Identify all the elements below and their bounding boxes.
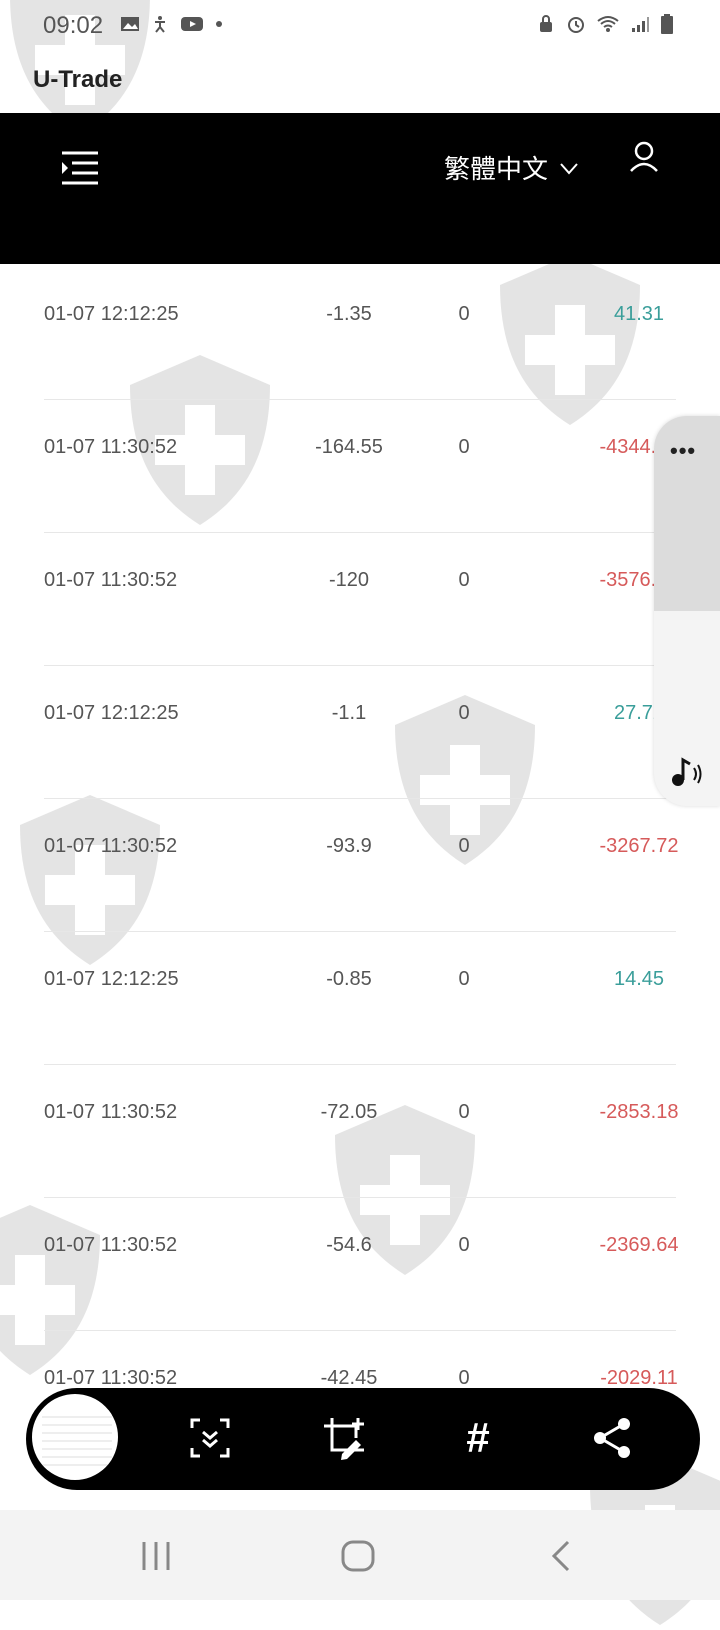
status-left-icons [120, 14, 224, 34]
music-note-icon[interactable] [668, 754, 704, 790]
app-title: U-Trade [33, 66, 123, 93]
table-row[interactable]: 01-07 11:30:52 -120 0 -3576.00 [44, 533, 678, 666]
cell-zero: 0 [458, 702, 470, 724]
cell-time: 01-07 11:30:52 [44, 835, 178, 857]
cell-zero: 0 [458, 968, 470, 990]
screenshot-thumbnail[interactable] [28, 1390, 122, 1484]
cell-time: 01-07 11:30:52 [44, 436, 178, 458]
app-header: 繁體中文 [0, 113, 720, 264]
cell-quantity: -164.55 [315, 436, 383, 458]
more-icon[interactable]: ••• [670, 438, 696, 464]
language-label: 繁體中文 [444, 154, 549, 184]
table-row[interactable]: 01-07 11:30:52 -72.05 0 -2853.18 [44, 1065, 678, 1198]
alarm-icon [568, 17, 584, 33]
language-selector[interactable]: 繁體中文 [444, 149, 580, 186]
home-icon[interactable] [336, 1534, 380, 1578]
cell-zero: 0 [458, 569, 470, 591]
cell-time: 01-07 12:12:25 [44, 303, 179, 325]
cell-zero: 0 [458, 1234, 470, 1256]
cell-quantity: -54.6 [326, 1234, 372, 1256]
image-icon [121, 17, 139, 31]
cell-profit-loss: -2029.11 [600, 1367, 678, 1389]
scroll-capture-icon[interactable] [186, 1414, 234, 1462]
signal-icon [632, 17, 649, 32]
status-time: 09:02 [43, 12, 104, 39]
table-row[interactable]: 01-07 12:12:25 -1.1 0 27.72 [44, 666, 676, 799]
cell-quantity: -93.9 [326, 835, 372, 857]
accessibility-icon [155, 16, 165, 33]
cell-quantity: -0.85 [326, 968, 372, 990]
floating-side-panel[interactable]: ••• [654, 416, 720, 806]
recent-apps-icon[interactable] [134, 1534, 178, 1578]
cell-zero: 0 [458, 436, 470, 458]
table-row[interactable]: 01-07 11:30:52 -54.6 0 -2369.64 [44, 1198, 678, 1331]
cell-zero: 0 [458, 835, 470, 857]
cell-profit-loss: 41.31 [613, 303, 665, 325]
status-right-icons [536, 14, 674, 34]
status-bar: 09:02 [0, 0, 720, 50]
chevron-down-icon [560, 162, 578, 175]
cell-time: 01-07 11:30:52 [44, 1101, 178, 1123]
cell-quantity: -1.35 [326, 303, 372, 325]
cell-time: 01-07 11:30:52 [44, 569, 178, 591]
cell-zero: 0 [458, 303, 470, 325]
screenshot-toolbar: # [26, 1388, 700, 1490]
cell-profit-loss: -3267.72 [599, 835, 679, 857]
wifi-icon [597, 16, 619, 32]
cell-quantity: -120 [328, 569, 370, 591]
back-icon[interactable] [540, 1534, 584, 1578]
dot-icon [216, 21, 222, 27]
menu-icon[interactable] [58, 149, 102, 189]
user-icon[interactable] [628, 141, 660, 181]
thumbnail-preview [42, 1410, 112, 1470]
side-panel-handle[interactable]: ••• [654, 416, 720, 611]
cell-quantity: -1.1 [331, 702, 367, 724]
table-row[interactable]: 01-07 11:30:52 -93.9 0 -3267.72 [44, 799, 678, 932]
cell-zero: 0 [458, 1367, 470, 1389]
cell-profit-loss: -2853.18 [599, 1101, 679, 1123]
navigation-bar [0, 1510, 720, 1600]
cell-profit-loss: 14.45 [613, 968, 665, 990]
cell-profit-loss: -2369.64 [599, 1234, 679, 1256]
youtube-icon [181, 17, 203, 31]
crop-edit-icon[interactable] [320, 1414, 368, 1462]
cell-time: 01-07 11:30:52 [44, 1367, 178, 1389]
cell-time: 01-07 12:12:25 [44, 968, 179, 990]
cell-time: 01-07 12:12:25 [44, 702, 179, 724]
share-icon[interactable] [588, 1414, 636, 1462]
trade-table: 01-07 12:12:25 -1.35 0 41.31 01-07 11:30:52 -… [0, 267, 720, 1464]
battery-icon [661, 14, 673, 34]
table-row[interactable]: 01-07 11:30:52 -164.55 0 -4344.12 [44, 400, 678, 533]
cell-zero: 0 [458, 1101, 470, 1123]
lock-icon [540, 15, 552, 32]
table-row[interactable]: 01-07 12:12:25 -0.85 0 14.45 [44, 932, 676, 1065]
hashtag-icon[interactable]: # [454, 1414, 502, 1462]
cell-quantity: -42.45 [320, 1367, 378, 1389]
cell-quantity: -72.05 [320, 1101, 378, 1123]
table-row[interactable]: 01-07 12:12:25 -1.35 0 41.31 [44, 267, 676, 400]
cell-time: 01-07 11:30:52 [44, 1234, 178, 1256]
